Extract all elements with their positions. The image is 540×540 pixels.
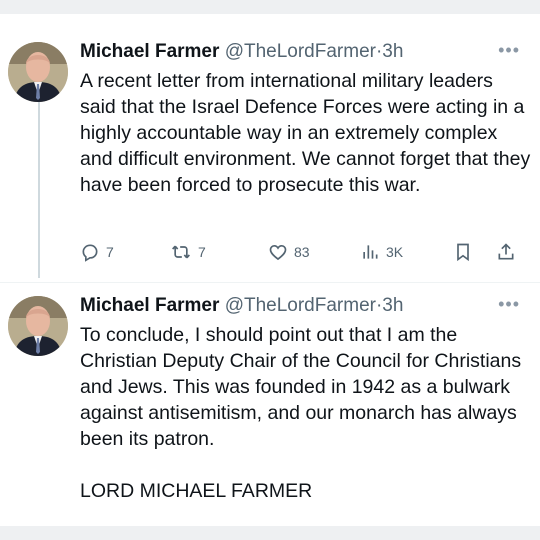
retweet-icon	[172, 245, 190, 259]
reply-count: 7	[106, 244, 114, 260]
tweet[interactable]: Michael Farmer @TheLordFarmer·3h ••• A r…	[0, 14, 540, 282]
reply-button[interactable]: 7	[80, 242, 114, 262]
tweet-text: To conclude, I should point out that I a…	[80, 324, 522, 450]
view-count: 3K	[386, 244, 404, 260]
share-button[interactable]	[496, 242, 516, 262]
display-name[interactable]: Michael Farmer	[80, 41, 219, 62]
tweet-header: Michael Farmer @TheLordFarmer·3h	[80, 40, 403, 64]
signature: LORD MICHAEL FARMER	[80, 480, 313, 502]
avatar[interactable]	[8, 42, 68, 102]
bookmark-button[interactable]	[454, 242, 472, 262]
views-button[interactable]: 3K	[360, 242, 403, 262]
like-button[interactable]: 83	[268, 242, 310, 262]
tweet-text: A recent letter from international milit…	[80, 70, 531, 196]
avatar-photo	[8, 42, 68, 102]
retweet-count: 7	[198, 244, 206, 260]
display-name[interactable]: Michael Farmer	[80, 295, 219, 316]
reply-icon	[82, 244, 98, 262]
user-handle[interactable]: @TheLordFarmer	[225, 295, 376, 316]
share-icon	[498, 243, 514, 260]
timestamp[interactable]: 3h	[382, 41, 403, 62]
heart-icon	[269, 244, 287, 261]
retweet-button[interactable]: 7	[170, 242, 206, 262]
tweet-header: Michael Farmer @TheLordFarmer·3h	[80, 294, 403, 318]
avatar-photo	[8, 296, 68, 356]
tweet[interactable]: Michael Farmer @TheLordFarmer·3h ••• To …	[0, 282, 540, 526]
like-count: 83	[294, 244, 310, 260]
avatar[interactable]	[8, 296, 68, 356]
action-bar: 7 7 83 3K	[0, 242, 540, 266]
more-options-icon[interactable]: •••	[498, 294, 520, 315]
timestamp[interactable]: 3h	[382, 295, 403, 316]
bookmark-icon	[457, 243, 469, 262]
more-options-icon[interactable]: •••	[498, 40, 520, 61]
views-chart-icon	[363, 245, 378, 259]
tweet-content: To conclude, I should point out that I a…	[80, 322, 532, 504]
user-handle[interactable]: @TheLordFarmer	[225, 41, 376, 62]
